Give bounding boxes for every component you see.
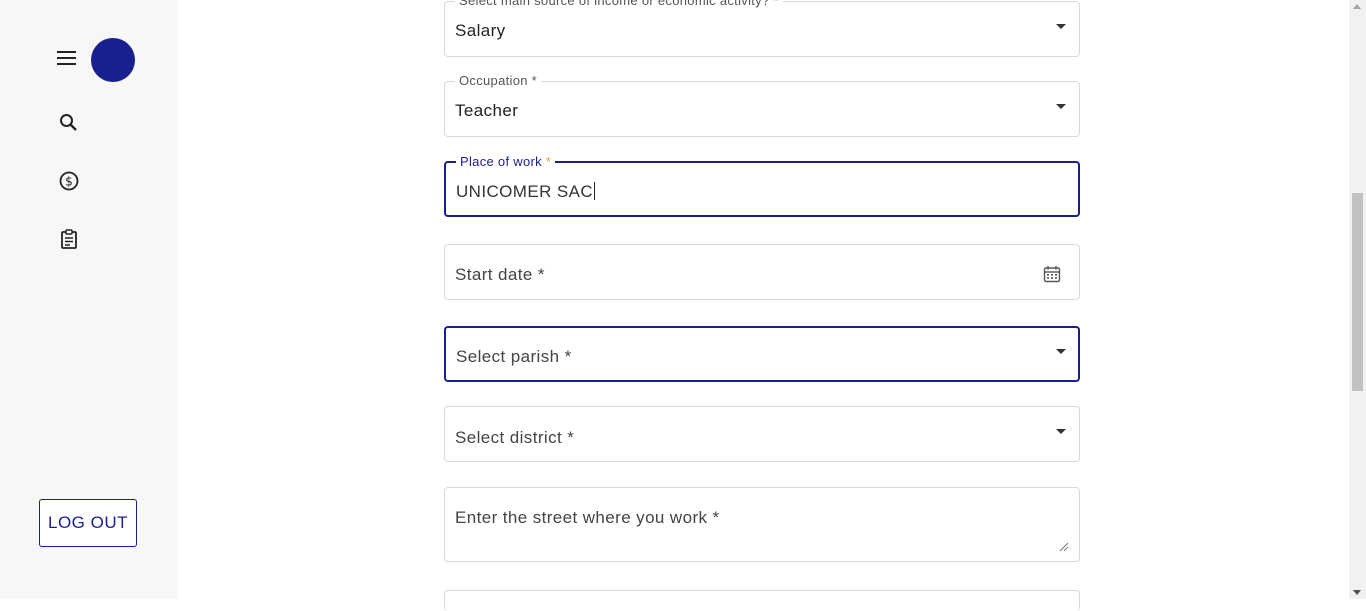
- hamburger-menu-icon[interactable]: [57, 51, 77, 67]
- scroll-down-arrow-icon[interactable]: [1353, 590, 1361, 595]
- street-textarea[interactable]: Enter the street where you work *: [444, 487, 1080, 562]
- chevron-down-icon[interactable]: [1056, 349, 1066, 354]
- district-placeholder: Select district *: [455, 428, 575, 447]
- logout-button[interactable]: LOG OUT: [39, 499, 137, 547]
- district-select[interactable]: Select district *: [444, 406, 1080, 462]
- place-of-work-value: UNICOMER SAC: [456, 182, 596, 201]
- income-source-select[interactable]: Select main source of income or economic…: [444, 0, 1080, 57]
- occupation-label: Occupation *: [455, 73, 542, 88]
- scrollbar[interactable]: [1349, 0, 1366, 599]
- scroll-thumb[interactable]: [1352, 193, 1363, 391]
- main-content: Select main source of income or economic…: [178, 0, 1349, 611]
- avatar[interactable]: [91, 38, 135, 82]
- chevron-down-icon[interactable]: [1056, 429, 1066, 434]
- search-icon[interactable]: [58, 112, 80, 134]
- dollar-circle-icon[interactable]: $: [58, 170, 80, 192]
- street-placeholder: Enter the street where you work *: [455, 508, 720, 527]
- next-field[interactable]: [444, 590, 1080, 611]
- sidebar: $ LOG OUT: [0, 0, 178, 599]
- resize-handle-icon[interactable]: [1059, 539, 1069, 552]
- start-date-placeholder: Start date *: [455, 265, 545, 284]
- place-of-work-label: Place of work *: [456, 154, 556, 169]
- calendar-icon[interactable]: [1043, 265, 1061, 283]
- occupation-select[interactable]: Occupation * Teacher: [444, 73, 1080, 137]
- parish-select[interactable]: Select parish *: [444, 326, 1080, 382]
- income-source-label: Select main source of income or economic…: [455, 0, 783, 8]
- income-source-value: Salary: [455, 21, 506, 40]
- clipboard-icon[interactable]: [58, 228, 80, 250]
- chevron-down-icon[interactable]: [1056, 24, 1066, 29]
- parish-placeholder: Select parish *: [456, 347, 572, 366]
- text-cursor: [594, 182, 596, 200]
- occupation-value: Teacher: [455, 101, 519, 120]
- start-date-field[interactable]: Start date *: [444, 244, 1080, 300]
- scroll-up-arrow-icon[interactable]: [1353, 4, 1361, 9]
- svg-text:$: $: [65, 175, 73, 189]
- place-of-work-field[interactable]: Place of work * UNICOMER SAC: [444, 154, 1080, 217]
- chevron-down-icon[interactable]: [1056, 104, 1066, 109]
